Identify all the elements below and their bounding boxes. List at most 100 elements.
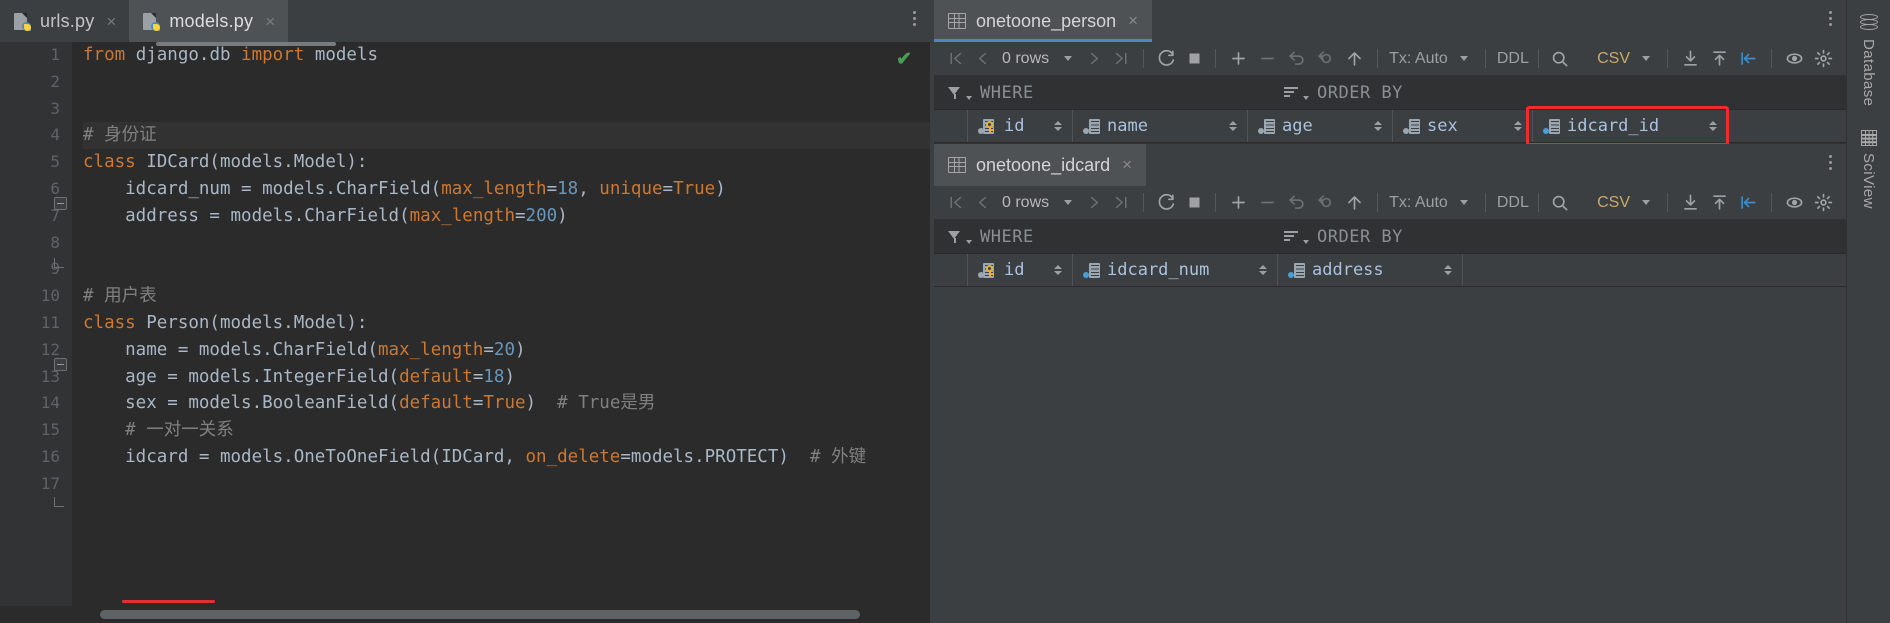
export-format-dropdown-icon[interactable] — [1633, 189, 1659, 217]
code-line[interactable]: # 一对一关系 — [83, 417, 930, 444]
code-line[interactable]: idcard = models.OneToOneField(IDCard, on… — [83, 444, 930, 471]
fold-marker-idcard-class[interactable] — [54, 197, 67, 210]
column-header-id[interactable]: id — [968, 254, 1073, 286]
order-by-filter[interactable]: ORDER BY — [1254, 227, 1403, 247]
submit-changes-button[interactable] — [1340, 45, 1369, 73]
fold-marker-person-class[interactable] — [54, 358, 67, 371]
code-line[interactable] — [83, 230, 930, 257]
column-sort-arrows[interactable] — [1259, 265, 1267, 275]
close-icon[interactable]: × — [106, 13, 116, 30]
order-by-filter[interactable]: ORDER BY — [1254, 83, 1403, 103]
code-line[interactable] — [83, 256, 930, 283]
row-count-dropdown-icon[interactable] — [1055, 189, 1081, 217]
close-icon[interactable]: × — [1128, 11, 1138, 31]
add-row-button[interactable] — [1224, 189, 1253, 217]
where-filter[interactable]: WHERE — [934, 83, 1254, 103]
code-line[interactable] — [83, 471, 930, 498]
column-sort-arrows[interactable] — [1054, 265, 1062, 275]
transaction-mode-dropdown-icon[interactable] — [1451, 45, 1477, 73]
stop-button[interactable] — [1181, 189, 1207, 217]
database-more-options-icon[interactable] — [1829, 11, 1832, 26]
column-header-sex[interactable]: sex — [1393, 110, 1533, 142]
stop-button[interactable] — [1181, 45, 1207, 73]
code-line[interactable]: age = models.IntegerField(default=18) — [83, 364, 930, 391]
revert-changes-button[interactable] — [1282, 45, 1311, 73]
database-tab-onetoone_idcard[interactable]: onetoone_idcard × — [934, 144, 1147, 186]
code-line[interactable]: idcard_num = models.CharField(max_length… — [83, 176, 930, 203]
compare-button[interactable] — [1734, 45, 1763, 73]
column-sort-arrows[interactable] — [1709, 121, 1717, 131]
code-editor[interactable]: 1 2 3 4 5 6 7 8 9 10 11 12 13 14 15 16 17 from django.db… — [0, 42, 930, 623]
upload-button[interactable] — [1705, 189, 1734, 217]
horizontal-scroll-indicator[interactable] — [156, 42, 336, 46]
editor-tab-models[interactable]: models.py × — [129, 0, 289, 42]
transaction-mode-label[interactable]: Tx: Auto — [1386, 50, 1451, 68]
search-button[interactable] — [1545, 45, 1574, 73]
ddl-button[interactable]: DDL — [1494, 194, 1532, 212]
row-count-dropdown-icon[interactable] — [1055, 45, 1081, 73]
column-header-idcard_num[interactable]: idcard_num — [1073, 254, 1278, 286]
last-page-button[interactable] — [1108, 189, 1135, 217]
close-icon[interactable]: × — [1122, 155, 1132, 175]
export-format-label[interactable]: CSV — [1594, 50, 1633, 68]
export-format-dropdown-icon[interactable] — [1633, 45, 1659, 73]
column-header-age[interactable]: age — [1248, 110, 1393, 142]
code-line[interactable]: sex = models.BooleanField(default=True) … — [83, 390, 930, 417]
column-header-id[interactable]: id — [968, 110, 1073, 142]
column-sort-arrows[interactable] — [1229, 121, 1237, 131]
download-button[interactable] — [1676, 45, 1705, 73]
code-content[interactable]: from django.db import models # 身份证 class … — [72, 42, 930, 623]
delete-row-button[interactable] — [1253, 189, 1282, 217]
last-page-button[interactable] — [1108, 45, 1135, 73]
download-button[interactable] — [1676, 189, 1705, 217]
column-header-name[interactable]: name — [1073, 110, 1248, 142]
next-page-button[interactable] — [1081, 189, 1108, 217]
preview-toggle-button[interactable] — [1780, 45, 1809, 73]
ddl-button[interactable]: DDL — [1494, 50, 1532, 68]
revert-selected-button[interactable] — [1311, 45, 1340, 73]
close-icon[interactable]: × — [265, 13, 275, 30]
refresh-button[interactable] — [1152, 189, 1181, 217]
code-folding-column[interactable] — [52, 42, 68, 623]
horizontal-scrollbar[interactable] — [100, 610, 860, 619]
code-line[interactable]: class IDCard(models.Model): — [83, 149, 930, 176]
search-button[interactable] — [1545, 189, 1574, 217]
column-sort-arrows[interactable] — [1054, 121, 1062, 131]
code-line[interactable] — [83, 96, 930, 123]
add-row-button[interactable] — [1224, 45, 1253, 73]
transaction-mode-label[interactable]: Tx: Auto — [1386, 194, 1451, 212]
settings-button[interactable] — [1809, 45, 1838, 73]
revert-selected-button[interactable] — [1311, 189, 1340, 217]
database-more-options-icon[interactable] — [1829, 155, 1832, 170]
delete-row-button[interactable] — [1253, 45, 1282, 73]
compare-button[interactable] — [1734, 189, 1763, 217]
previous-page-button[interactable] — [969, 189, 996, 217]
code-line[interactable]: from django.db import models — [83, 42, 930, 69]
column-header-idcard_id[interactable]: idcard_id — [1533, 110, 1728, 142]
code-line[interactable]: class Person(models.Model): — [83, 310, 930, 337]
column-sort-arrows[interactable] — [1444, 265, 1452, 275]
where-filter[interactable]: WHERE — [934, 227, 1254, 247]
code-line[interactable]: address = models.CharField(max_length=20… — [83, 203, 930, 230]
tool-window-database[interactable]: Database — [1859, 14, 1878, 106]
database-tab-onetoone_person[interactable]: onetoone_person × — [934, 0, 1153, 42]
column-header-address[interactable]: address — [1278, 254, 1463, 286]
first-page-button[interactable] — [942, 189, 969, 217]
column-sort-arrows[interactable] — [1514, 121, 1522, 131]
transaction-mode-dropdown-icon[interactable] — [1451, 189, 1477, 217]
refresh-button[interactable] — [1152, 45, 1181, 73]
code-line[interactable] — [83, 69, 930, 96]
upload-button[interactable] — [1705, 45, 1734, 73]
revert-changes-button[interactable] — [1282, 189, 1311, 217]
editor-tab-urls[interactable]: urls.py × — [0, 0, 129, 42]
code-line[interactable]: # 用户表 — [83, 283, 930, 310]
previous-page-button[interactable] — [969, 45, 996, 73]
editor-more-options-icon[interactable] — [913, 11, 916, 26]
export-format-label[interactable]: CSV — [1594, 194, 1633, 212]
submit-changes-button[interactable] — [1340, 189, 1369, 217]
next-page-button[interactable] — [1081, 45, 1108, 73]
column-sort-arrows[interactable] — [1374, 121, 1382, 131]
tool-window-sciview[interactable]: SciView — [1860, 130, 1877, 209]
settings-button[interactable] — [1809, 189, 1838, 217]
code-line[interactable]: name = models.CharField(max_length=20) — [83, 337, 930, 364]
